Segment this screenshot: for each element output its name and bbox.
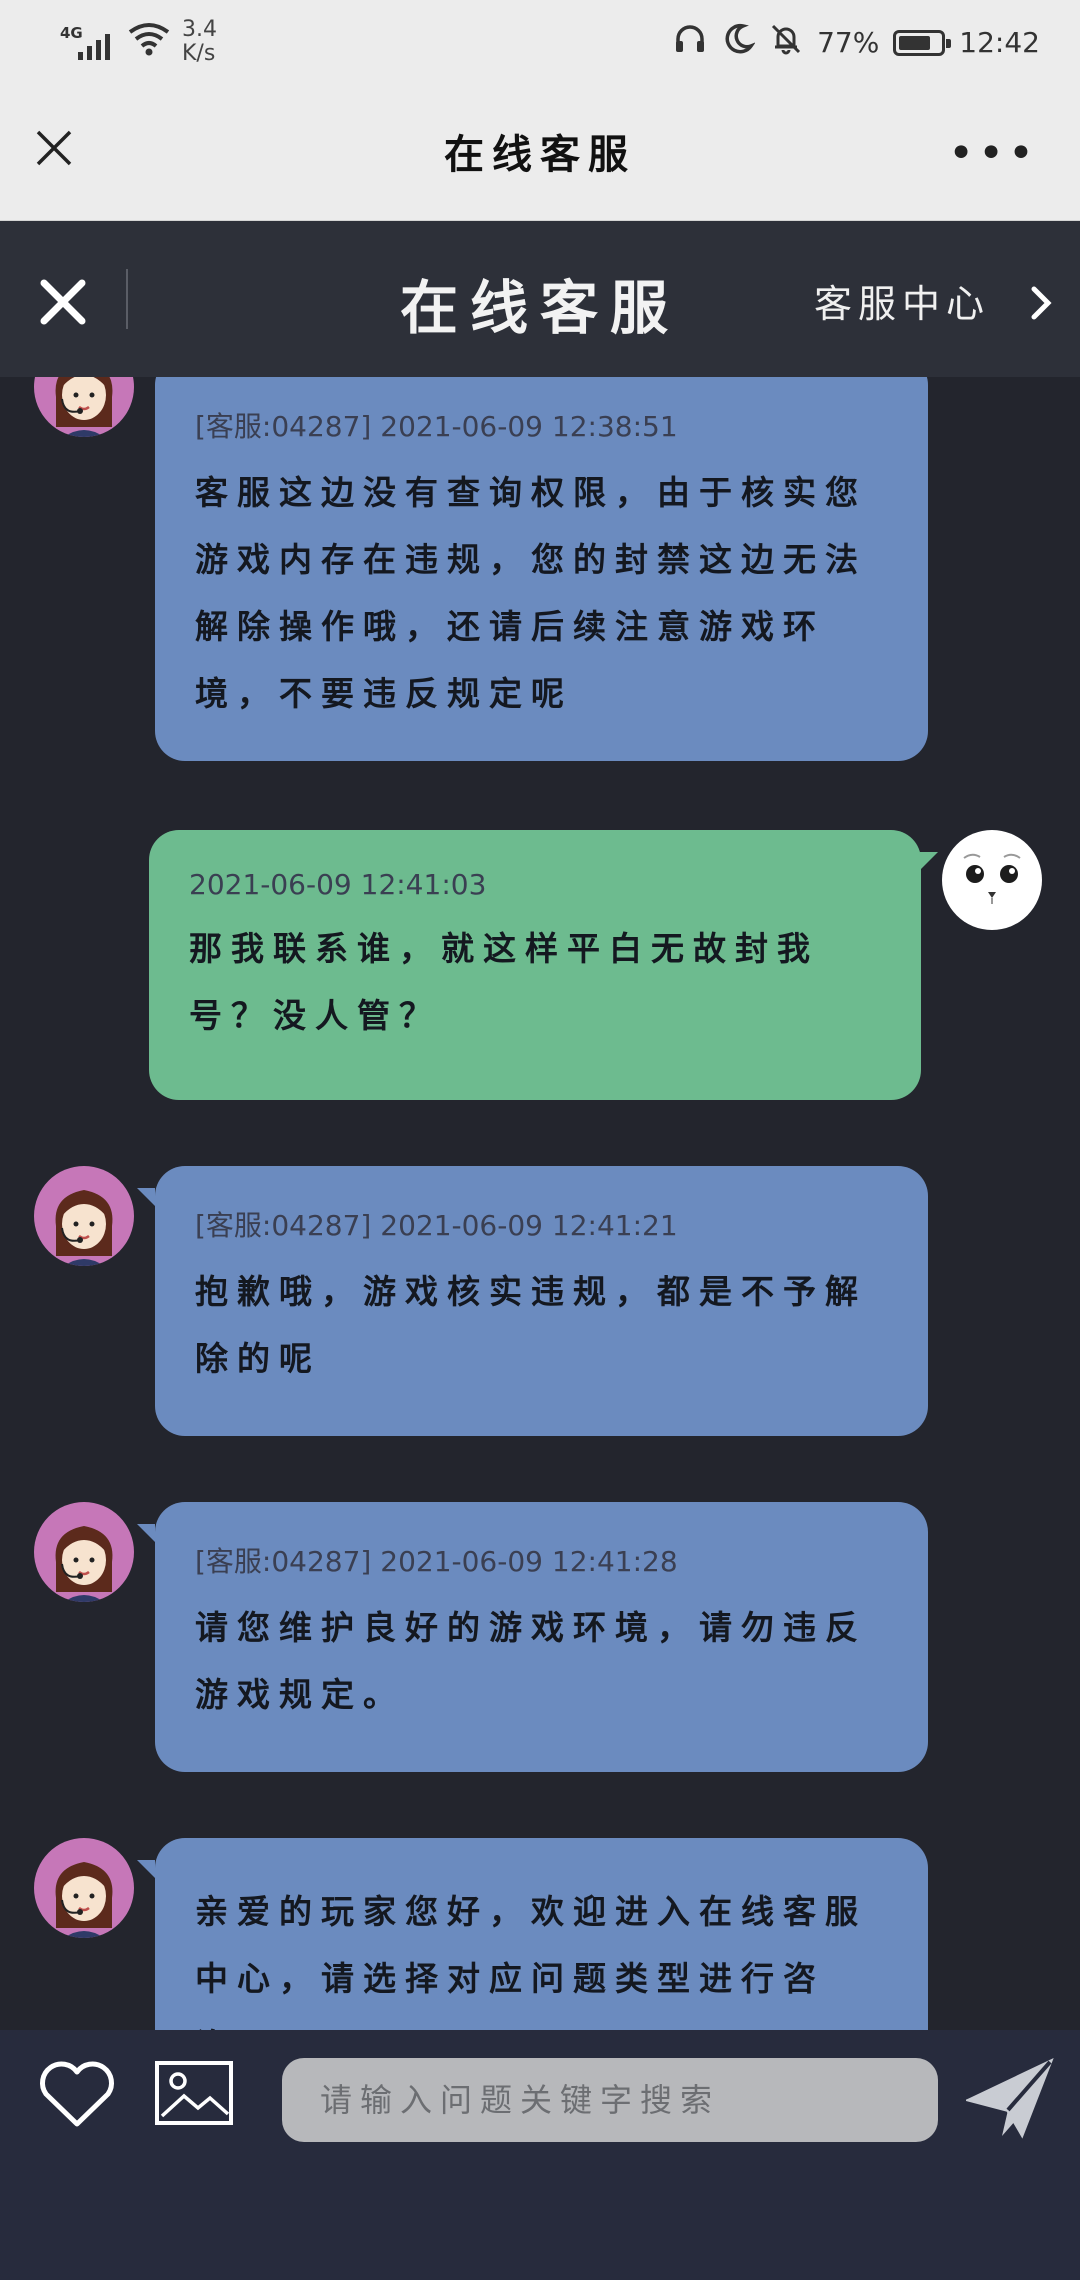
- service-center-link[interactable]: 客服中心: [814, 273, 990, 328]
- network-speed: 3.4 K/s: [182, 18, 217, 66]
- moon-icon: [721, 22, 756, 63]
- bubble-tail: [920, 852, 938, 870]
- webview-nav-bar: 在线客服 •••: [0, 90, 1080, 221]
- input-bar: [0, 2030, 1080, 2280]
- heart-icon[interactable]: [38, 2060, 116, 2130]
- search-input[interactable]: [282, 2058, 938, 2142]
- message-meta: 2021-06-09 12:41:03: [189, 868, 487, 901]
- service-header: 在线客服 客服中心: [0, 221, 1080, 377]
- page-title: 在线客服: [444, 132, 636, 178]
- message-bubble-agent: [客服:04287] 2021-06-09 12:41:28 请您维护良好的游戏…: [155, 1502, 928, 1772]
- agent-avatar: [34, 1166, 134, 1266]
- more-icon[interactable]: •••: [948, 128, 1038, 179]
- message-text: 请您维护良好的游戏环境，请勿违反游戏规定。: [195, 1608, 867, 1714]
- wifi-icon: [128, 22, 170, 62]
- battery-percent: 77%: [817, 26, 880, 59]
- agent-avatar: [34, 377, 134, 437]
- message-bubble-user: 2021-06-09 12:41:03 那我联系谁，就这样平白无故封我号？没人管…: [149, 830, 921, 1100]
- chat-area[interactable]: [客服:04287] 2021-06-09 12:38:51 客服这边没有查询权…: [0, 377, 1080, 2030]
- message-bubble-agent: [客服:04287] 2021-06-09 12:41:21 抱歉哦，游戏核实违…: [155, 1166, 928, 1436]
- bubble-tail: [137, 1524, 155, 1542]
- message-meta: [客服:04287] 2021-06-09 12:38:51: [195, 410, 678, 443]
- send-icon[interactable]: [966, 2058, 1054, 2142]
- message-text: 抱歉哦，游戏核实违规，都是不予解除的呢: [195, 1272, 867, 1378]
- chevron-right-icon[interactable]: [1026, 283, 1056, 323]
- message-bubble-agent: [客服:04287] 2021-06-09 12:38:51 客服这边没有查询权…: [155, 377, 928, 761]
- cellular-signal-icon: 4G: [60, 20, 116, 64]
- network-speed-value: 3.4: [182, 17, 217, 42]
- message-text: 客服这边没有查询权限，由于核实您游戏内存在违规，您的封禁这边无法解除操作哦，还请…: [195, 473, 867, 713]
- status-bar: 4G 3.4 K/s 77% 12:42: [0, 0, 1080, 90]
- bell-muted-icon: [769, 22, 803, 63]
- clock: 12:42: [959, 26, 1040, 59]
- message-text: 亲爱的玩家您好，欢迎进入在线客服中心，请选择对应问题类型进行咨询：: [195, 1892, 867, 2030]
- agent-avatar: [34, 1502, 134, 1602]
- message-meta: [客服:04287] 2021-06-09 12:41:21: [195, 1209, 678, 1242]
- battery-icon: [893, 29, 952, 56]
- bubble-tail: [137, 1860, 155, 1878]
- image-icon[interactable]: [154, 2060, 234, 2126]
- network-speed-unit: K/s: [182, 41, 216, 66]
- agent-avatar: [34, 1838, 134, 1938]
- bubble-tail: [137, 1188, 155, 1206]
- headphones-icon: [673, 22, 707, 63]
- message-meta: [客服:04287] 2021-06-09 12:41:28: [195, 1545, 678, 1578]
- message-text: 那我联系谁，就这样平白无故封我号？没人管？: [189, 929, 819, 1035]
- message-bubble-agent: 亲爱的玩家您好，欢迎进入在线客服中心，请选择对应问题类型进行咨询：: [155, 1838, 928, 2030]
- user-avatar: [942, 830, 1042, 930]
